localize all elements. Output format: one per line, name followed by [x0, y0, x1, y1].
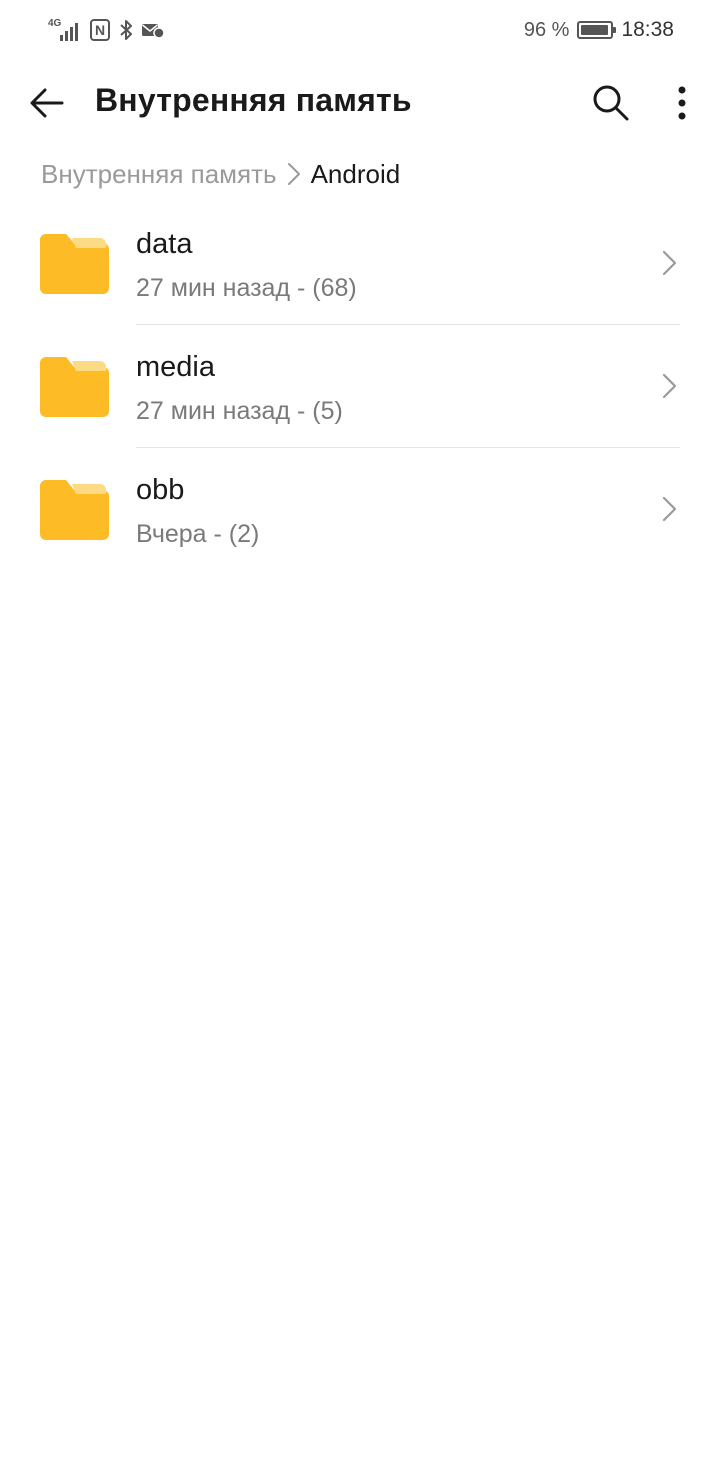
arrow-left-icon: [30, 88, 64, 118]
chevron-right-icon: [662, 496, 677, 522]
page-title: Внутренняя память: [95, 82, 412, 118]
clock: 18:38: [621, 18, 674, 41]
folder-icon: [40, 357, 109, 417]
file-name: media: [136, 351, 215, 383]
status-bar: 4G N 96 % 18:38: [0, 0, 720, 60]
breadcrumb-separator: [287, 162, 301, 186]
more-options-button[interactable]: [660, 78, 704, 128]
file-manager-screen: 4G N 96 % 18:38 Внутренняя память Внутре…: [0, 0, 720, 1470]
breadcrumb-current: Android: [310, 158, 401, 189]
message-icon: [142, 24, 164, 39]
file-meta: 27 мин назад - (68): [136, 274, 357, 302]
search-icon: [593, 85, 629, 121]
list-item-data[interactable]: data 27 мин назад - (68): [0, 202, 720, 325]
file-list: data 27 мин назад - (68) media 27 мин на…: [0, 202, 720, 571]
status-icons-right: 96 % 18:38: [524, 18, 674, 42]
file-name: obb: [136, 474, 185, 506]
breadcrumb: Внутренняя память Android: [41, 156, 400, 192]
list-item-media[interactable]: media 27 мин назад - (5): [0, 325, 720, 448]
folder-icon: [40, 480, 109, 540]
file-meta: Вчера - (2): [136, 520, 260, 548]
app-bar: Внутренняя память: [0, 62, 720, 144]
status-icons-left: 4G N: [48, 18, 172, 41]
nfc-icon: N: [90, 19, 110, 41]
battery-percent: 96 %: [523, 18, 570, 41]
bluetooth-icon: [120, 20, 132, 40]
chevron-right-icon: [287, 163, 300, 185]
breadcrumb-root[interactable]: Внутренняя память: [41, 159, 277, 190]
more-vertical-icon: [678, 86, 686, 120]
signal-icon: 4G: [48, 18, 82, 41]
chevron-right-icon: [662, 373, 677, 399]
search-button[interactable]: [586, 78, 636, 128]
folder-icon: [40, 234, 109, 294]
battery-icon: [577, 21, 617, 39]
file-name: data: [136, 228, 193, 260]
chevron-right-icon: [662, 250, 677, 276]
list-item-obb[interactable]: obb Вчера - (2): [0, 448, 720, 571]
file-meta: 27 мин назад - (5): [136, 397, 343, 425]
back-button[interactable]: [22, 78, 72, 128]
signal-bars-icon: [60, 23, 78, 41]
battery-fill: [581, 25, 609, 35]
